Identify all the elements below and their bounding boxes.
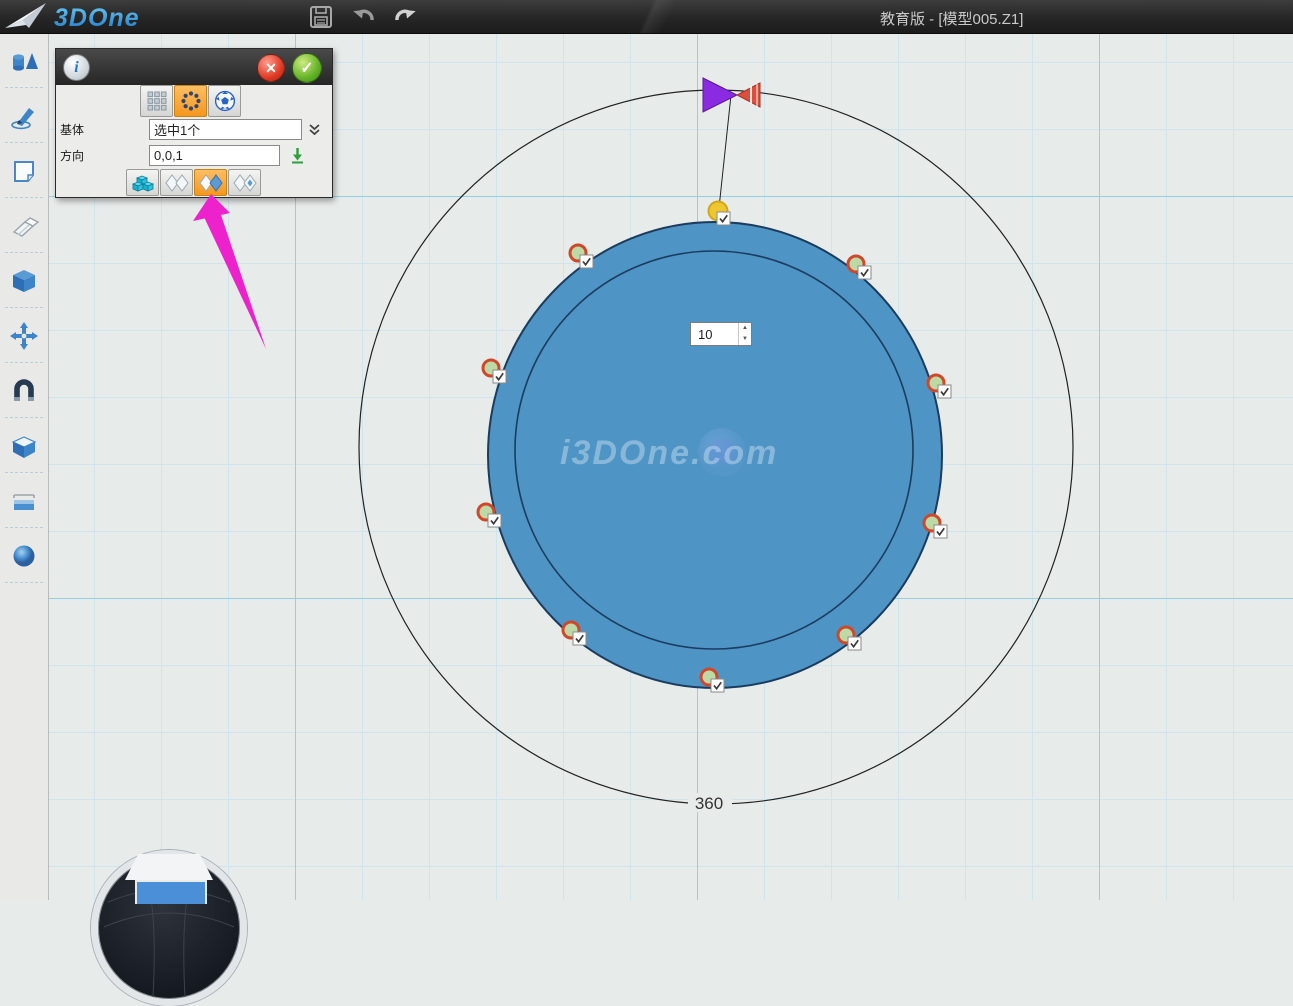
section-bar-tool[interactable]: [0, 473, 48, 528]
redo-icon[interactable]: [392, 4, 418, 30]
sphere-render-tool[interactable]: [0, 528, 48, 583]
instance-count-input[interactable]: [691, 323, 738, 345]
view-navigation-ball[interactable]: [91, 850, 247, 1006]
base-input[interactable]: [149, 119, 302, 140]
move-tool[interactable]: [0, 308, 48, 363]
paper-plane-icon: [5, 3, 46, 28]
direction-label: 方向: [60, 147, 149, 164]
left-toolbar: [0, 33, 49, 900]
base-label: 基体: [60, 121, 149, 138]
rotation-handle[interactable]: [703, 78, 760, 112]
svg-text:i3DOne.com: i3DOne.com: [560, 434, 778, 472]
linear-pattern-icon: [146, 90, 168, 112]
titlebar: 3DOne 教育版 - [模型005.Z1]: [0, 0, 1293, 34]
pattern-option-buttons: [126, 169, 261, 196]
dialog-header[interactable]: i ✕ ✓: [56, 49, 332, 85]
viewcube-front-face[interactable]: [135, 880, 207, 904]
pick-direction-icon[interactable]: [290, 147, 305, 164]
direction-input[interactable]: [149, 145, 280, 166]
pattern-variant-2-option[interactable]: [194, 169, 227, 196]
base-field-row: 基体: [60, 119, 321, 140]
info-icon[interactable]: i: [63, 54, 90, 81]
watermark: i3DOne.com: [560, 428, 778, 476]
cubes-icon: [131, 173, 155, 193]
titlebar-swoosh: [430, 0, 890, 33]
pattern-geometry-option[interactable]: [126, 169, 159, 196]
circular-pattern-tab[interactable]: [174, 85, 207, 117]
circular-pattern-icon: [180, 90, 202, 112]
spinner-down-icon[interactable]: ▼: [739, 334, 751, 345]
linear-pattern-tab[interactable]: [140, 85, 173, 117]
direction-field-row: 方向: [60, 145, 305, 166]
sphere-pattern-tab[interactable]: [208, 85, 241, 117]
pattern-dialog: i ✕ ✓: [55, 48, 333, 198]
expand-chevron-icon[interactable]: [308, 123, 321, 136]
app-logo: 3DOne: [2, 1, 212, 32]
pattern-instance-marker[interactable]: [570, 245, 593, 268]
shell-box-tool[interactable]: [0, 418, 48, 473]
primitives-tool[interactable]: [0, 33, 48, 88]
svg-text:360: 360: [695, 794, 723, 813]
app-name: 3DOne: [54, 4, 140, 32]
magnet-tool[interactable]: [0, 363, 48, 418]
pattern-variant-1-option[interactable]: [160, 169, 193, 196]
viewcube-top-face[interactable]: [125, 854, 213, 880]
diamond-blue-diamond-icon: [198, 173, 224, 193]
undo-icon[interactable]: [351, 4, 377, 30]
sphere-pattern-icon: [214, 90, 236, 112]
instance-count-spinner[interactable]: ▲ ▼: [690, 322, 752, 346]
handle-leader-line: [719, 95, 731, 208]
cancel-button[interactable]: ✕: [257, 54, 285, 82]
sketch-pen-tool[interactable]: [0, 88, 48, 143]
ok-button[interactable]: ✓: [292, 53, 322, 83]
pattern-instance-marker[interactable]: [483, 360, 506, 383]
save-icon[interactable]: [308, 4, 334, 30]
pattern-variant-3-option[interactable]: [228, 169, 261, 196]
pattern-type-tabs: [140, 85, 241, 117]
eraser-tool[interactable]: [0, 198, 48, 253]
document-title: 教育版 - [模型005.Z1]: [880, 8, 1023, 29]
sweep-angle-label: 360: [688, 793, 732, 813]
solid-cube-tool[interactable]: [0, 253, 48, 308]
sketch-plane-tool[interactable]: [0, 143, 48, 198]
diamond-core-icon: [232, 173, 258, 193]
spinner-up-icon[interactable]: ▲: [739, 323, 751, 334]
two-diamonds-icon: [164, 173, 190, 193]
